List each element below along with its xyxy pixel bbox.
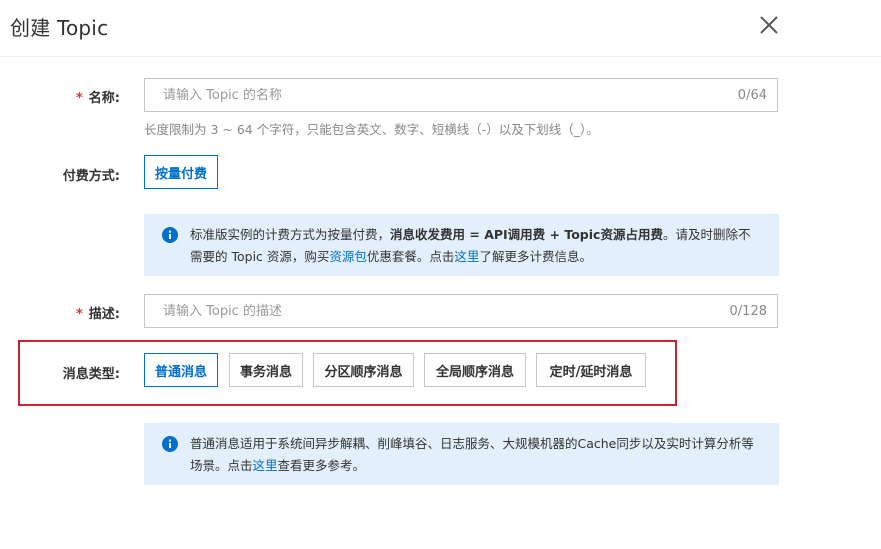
close-icon[interactable] <box>756 12 782 38</box>
name-label-text: 名称: <box>88 91 120 106</box>
message-type-partition-order[interactable]: 分区顺序消息 <box>313 353 414 387</box>
description-field: 0/128 <box>144 294 778 328</box>
message-type-info-part2: 查看更多参考。 <box>277 458 366 473</box>
info-icon <box>162 227 178 243</box>
message-type-info-text: 普通消息适用于系统间异步解耦、削峰填谷、日志服务、大规模机器的Cache同步以及… <box>190 436 754 473</box>
billing-info-part1: 标准版实例的计费方式为按量付费， <box>190 227 391 242</box>
description-char-counter: 0/128 <box>729 304 767 319</box>
billing-info-box: 标准版实例的计费方式为按量付费，消息收发费用 = API调用费 + Topic资… <box>144 214 779 276</box>
description-input[interactable] <box>145 295 777 327</box>
resource-pack-link[interactable]: 资源包 <box>329 249 367 264</box>
create-topic-dialog: 创建 Topic * 名称: 0/64 长度限制为 3 ~ 64 个字符，只能包含… <box>0 0 881 549</box>
billing-here-link[interactable]: 这里 <box>454 249 479 264</box>
name-input[interactable] <box>145 79 777 111</box>
name-field: 0/64 <box>144 78 778 112</box>
description-label: * 描述: <box>0 303 120 322</box>
required-mark: * <box>75 91 83 106</box>
name-label: * 名称: <box>0 87 120 106</box>
message-type-here-link[interactable]: 这里 <box>253 458 278 473</box>
billing-info-bold: 消息收发费用 = API调用费 + Topic资源占用费 <box>390 227 663 242</box>
billing-info-part3: 优惠套餐。点击 <box>366 249 455 264</box>
message-type-info-box: 普通消息适用于系统间异步解耦、削峰填谷、日志服务、大规模机器的Cache同步以及… <box>144 423 779 485</box>
name-char-counter: 0/64 <box>737 88 767 103</box>
required-mark: * <box>75 307 83 322</box>
description-label-text: 描述: <box>88 307 120 322</box>
name-help-text: 长度限制为 3 ~ 64 个字符，只能包含英文、数字、短横线（-）以及下划线（_… <box>144 122 599 137</box>
dialog-title: 创建 Topic <box>10 16 109 40</box>
message-type-global-order[interactable]: 全局顺序消息 <box>424 353 526 387</box>
billing-option-pay-as-you-go[interactable]: 按量付费 <box>144 155 218 189</box>
message-type-normal[interactable]: 普通消息 <box>144 353 218 387</box>
dialog-header: 创建 Topic <box>0 0 881 57</box>
message-type-scheduled[interactable]: 定时/延时消息 <box>536 353 646 387</box>
billing-info-part4: 了解更多计费信息。 <box>479 249 592 264</box>
billing-info-text: 标准版实例的计费方式为按量付费，消息收发费用 = API调用费 + Topic资… <box>190 227 750 264</box>
billing-label: 付费方式: <box>62 169 120 184</box>
info-icon <box>162 436 178 452</box>
message-type-label: 消息类型: <box>62 367 120 382</box>
message-type-transaction[interactable]: 事务消息 <box>229 353 303 387</box>
